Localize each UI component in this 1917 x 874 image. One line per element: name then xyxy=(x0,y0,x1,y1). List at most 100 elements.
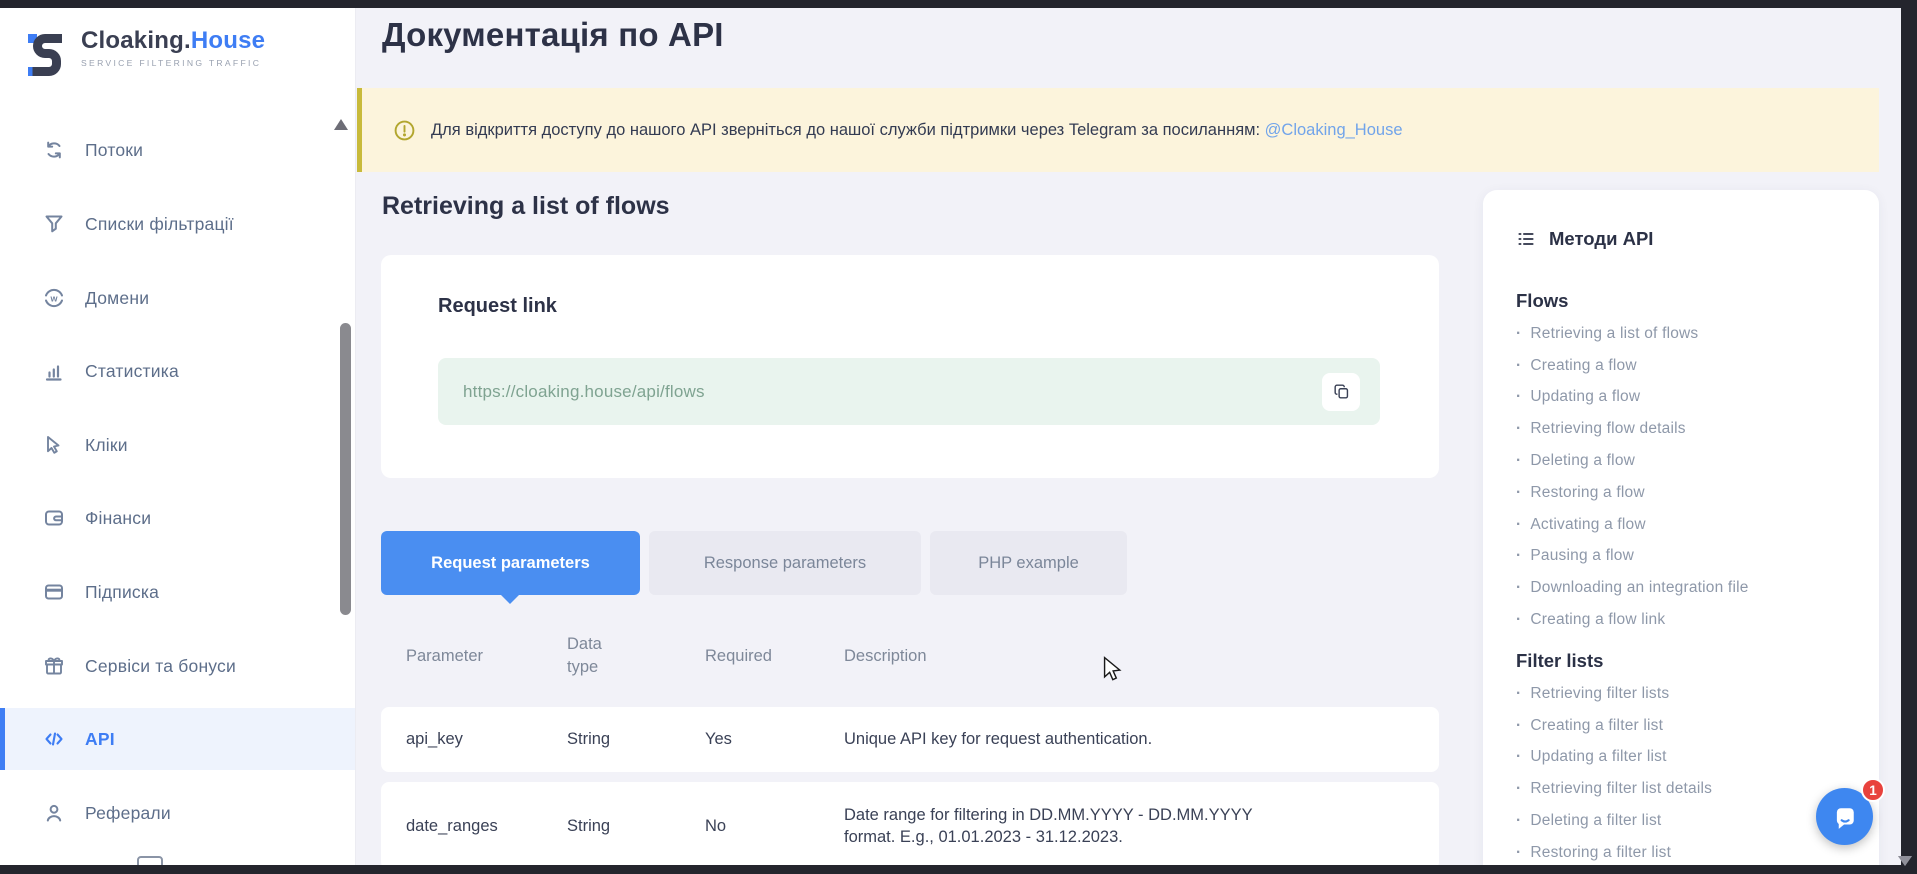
sidebar-item-api[interactable]: API xyxy=(0,708,355,770)
sidebar-item-statistics[interactable]: Статистика xyxy=(0,340,355,402)
method-label: Creating a flow xyxy=(1530,357,1636,375)
sidebar-item-filter-lists[interactable]: Списки фільтрації xyxy=(0,193,355,255)
banner-text: Для відкриття доступу до нашого API звер… xyxy=(431,121,1260,139)
sidebar-item-label: Статистика xyxy=(85,361,179,382)
logo-title-accent: House xyxy=(191,27,265,54)
tabs: Request parameters Response parameters P… xyxy=(381,531,1127,595)
cell-parameter: date_ranges xyxy=(406,817,567,836)
cell-required: Yes xyxy=(705,730,844,749)
scroll-down-icon[interactable] xyxy=(1898,856,1912,866)
column-header: Parameter xyxy=(406,647,567,666)
sync-icon xyxy=(42,138,66,162)
method-label: Updating a filter list xyxy=(1530,748,1666,766)
methods-group-heading: Flows xyxy=(1516,290,1861,312)
sidebar-item-label: Списки фільтрації xyxy=(85,214,234,235)
column-header: Required xyxy=(705,647,844,666)
method-label: Restoring a flow xyxy=(1530,484,1644,502)
method-link[interactable]: Creating a filter list xyxy=(1516,710,1861,742)
tab-request-parameters[interactable]: Request parameters xyxy=(381,531,640,595)
wallet-icon xyxy=(42,506,66,530)
methods-group-list: Retrieving a list of flows Creating a fl… xyxy=(1516,318,1861,636)
method-link[interactable]: Creating a flow xyxy=(1516,350,1861,382)
method-label: Updating a flow xyxy=(1530,388,1640,406)
table-row: api_key String Yes Unique API key for re… xyxy=(381,707,1439,772)
cell-required: No xyxy=(705,817,844,836)
request-url: https://cloaking.house/api/flows xyxy=(463,382,1322,402)
method-link[interactable]: Downloading an integration file xyxy=(1516,572,1861,604)
info-banner: Для відкриття доступу до нашого API звер… xyxy=(357,88,1879,172)
tab-label: PHP example xyxy=(978,554,1079,573)
cursor-icon xyxy=(42,433,66,457)
gift-icon xyxy=(42,654,66,678)
method-link[interactable]: Retrieving flow details xyxy=(1516,413,1861,445)
sidebar-item-label: Фінанси xyxy=(85,508,151,529)
window-frame-top xyxy=(0,0,1917,8)
method-link[interactable]: Activating a flow xyxy=(1516,509,1861,541)
scroll-up-icon[interactable] xyxy=(334,119,348,130)
method-label: Activating a flow xyxy=(1530,516,1645,534)
page-title: Документація по API xyxy=(382,16,724,54)
app-window: Cloaking.House SERVICE FILTERING TRAFFIC… xyxy=(0,0,1917,874)
sidebar-item-label: Кліки xyxy=(85,435,128,456)
methods-group-list: Retrieving filter lists Creating a filte… xyxy=(1516,678,1861,869)
sidebar-item-label: Реферали xyxy=(85,803,171,824)
column-header: Description xyxy=(844,647,1439,666)
tab-php-example[interactable]: PHP example xyxy=(930,531,1127,595)
sidebar-item-flows[interactable]: Потоки xyxy=(0,119,355,181)
method-link[interactable]: Restoring a filter list xyxy=(1516,837,1861,869)
sidebar-item-subscription[interactable]: Підписка xyxy=(0,561,355,623)
method-link[interactable]: Restoring a flow xyxy=(1516,477,1861,509)
copy-button[interactable] xyxy=(1322,373,1360,411)
method-label: Restoring a filter list xyxy=(1530,844,1671,862)
methods-panel-title-text: Методи API xyxy=(1549,228,1653,250)
credit-card-icon xyxy=(42,580,66,604)
logo-title-dark: Cloaking. xyxy=(81,27,191,54)
method-link[interactable]: Deleting a filter list xyxy=(1516,805,1861,837)
info-icon xyxy=(393,119,416,142)
sidebar-item-referrals[interactable]: Реферали xyxy=(0,782,355,844)
method-label: Retrieving a list of flows xyxy=(1530,325,1698,343)
cell-data-type: String xyxy=(567,817,705,836)
method-label: Downloading an integration file xyxy=(1530,579,1748,597)
sidebar-scrollbar-thumb[interactable] xyxy=(340,323,351,615)
window-frame-bottom xyxy=(0,865,1917,874)
logo[interactable]: Cloaking.House SERVICE FILTERING TRAFFIC xyxy=(26,28,265,82)
logo-tagline: SERVICE FILTERING TRAFFIC xyxy=(81,58,265,68)
method-link[interactable]: Retrieving filter list details xyxy=(1516,773,1861,805)
method-link[interactable]: Pausing a flow xyxy=(1516,541,1861,573)
sidebar-item-finances[interactable]: Фінанси xyxy=(0,487,355,549)
banner-text-wrap: Для відкриття доступу до нашого API звер… xyxy=(431,121,1403,140)
tab-response-parameters[interactable]: Response parameters xyxy=(649,531,921,595)
method-link[interactable]: Updating a filter list xyxy=(1516,742,1861,774)
list-icon xyxy=(1516,229,1536,249)
cell-description: Unique API key for request authenticatio… xyxy=(844,728,1296,750)
cell-description: Date range for filtering in DD.MM.YYYY -… xyxy=(844,804,1296,849)
request-link-card: Request link https://cloaking.house/api/… xyxy=(381,255,1439,478)
sidebar-item-services-bonuses[interactable]: Сервіси та бонуси xyxy=(0,635,355,697)
cell-parameter: api_key xyxy=(406,730,567,749)
tab-label: Response parameters xyxy=(704,554,866,573)
method-link[interactable]: Deleting a flow xyxy=(1516,445,1861,477)
sidebar-item-label: Підписка xyxy=(85,582,159,603)
method-link[interactable]: Retrieving a list of flows xyxy=(1516,318,1861,350)
notification-badge: 1 xyxy=(1861,778,1885,802)
sidebar-item-label: API xyxy=(85,729,115,750)
logo-icon xyxy=(26,28,68,82)
method-link[interactable]: Updating a flow xyxy=(1516,382,1861,414)
sidebar-item-domains[interactable]: w Домени xyxy=(0,267,355,329)
method-link[interactable]: Creating a flow link xyxy=(1516,604,1861,636)
sidebar-item-clicks[interactable]: Кліки xyxy=(0,414,355,476)
tab-label: Request parameters xyxy=(431,554,590,573)
telegram-link[interactable]: @Cloaking_House xyxy=(1265,121,1403,139)
methods-group-heading: Filter lists xyxy=(1516,650,1861,672)
sidebar-item-label: Сервіси та бонуси xyxy=(85,656,236,677)
table-row: date_ranges String No Date range for fil… xyxy=(381,782,1439,870)
table-header-row: Parameter Data type Required Description xyxy=(381,622,1439,690)
method-link[interactable]: Retrieving filter lists xyxy=(1516,678,1861,710)
copy-icon xyxy=(1332,382,1351,401)
method-label: Creating a flow link xyxy=(1530,611,1665,629)
badge-count: 1 xyxy=(1869,783,1877,798)
method-label: Retrieving filter lists xyxy=(1530,685,1669,703)
method-label: Deleting a flow xyxy=(1530,452,1635,470)
method-label: Retrieving filter list details xyxy=(1530,780,1712,798)
